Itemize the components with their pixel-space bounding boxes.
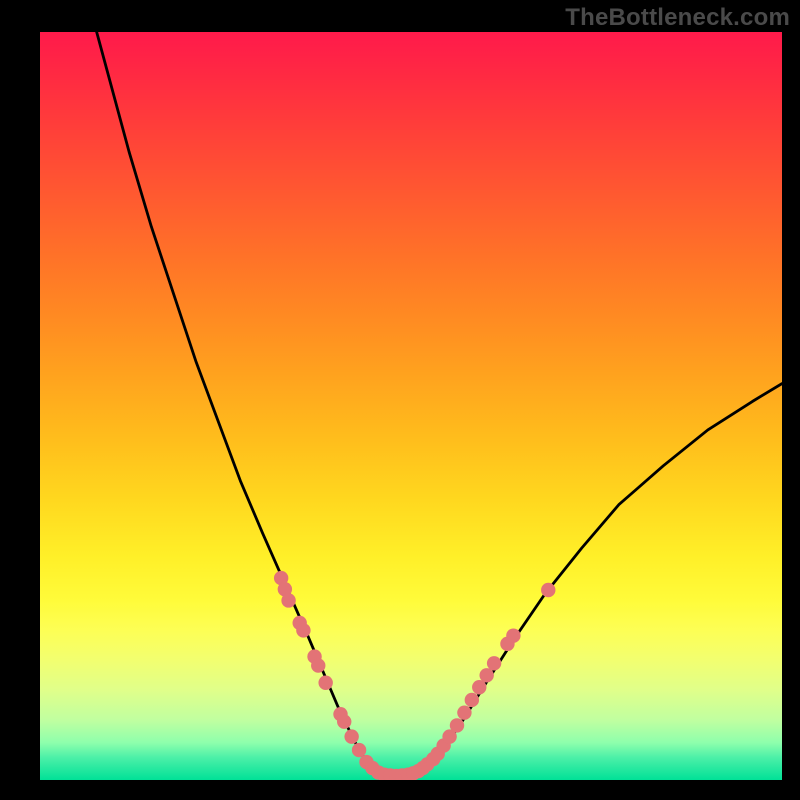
plot-gradient-area xyxy=(40,32,782,780)
watermark-text: TheBottleneck.com xyxy=(565,4,790,32)
chart-stage: TheBottleneck.com xyxy=(0,0,800,800)
